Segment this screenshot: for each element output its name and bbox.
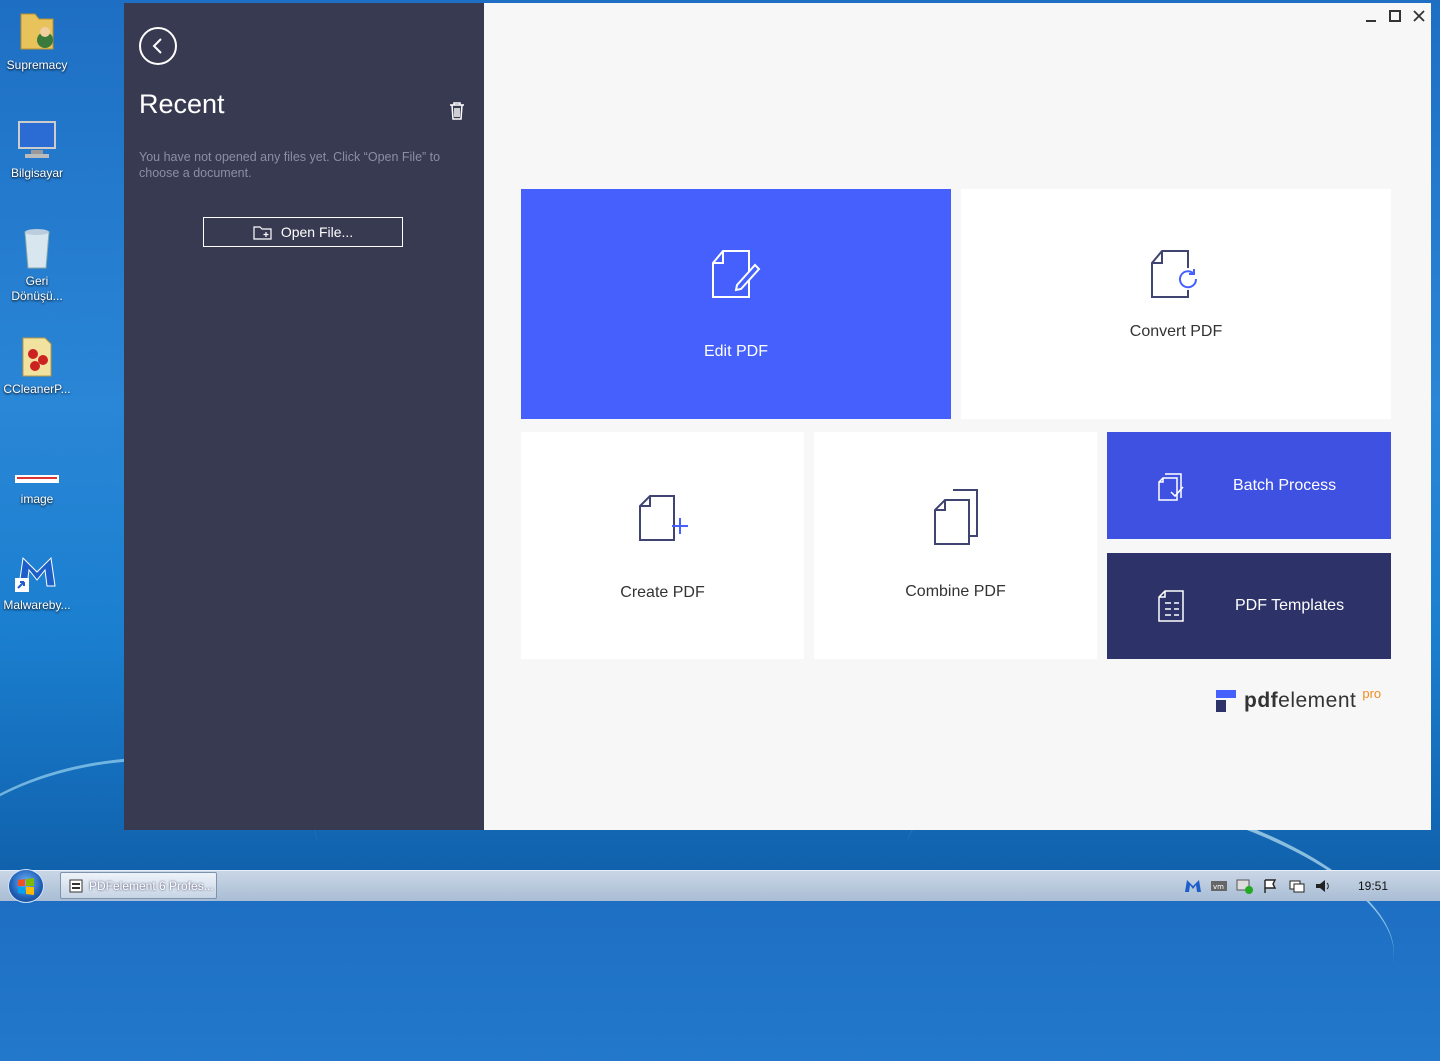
volume-icon[interactable] <box>1314 878 1332 894</box>
desktop-icon-label: Geri Dönüşü... <box>11 274 63 303</box>
open-file-button[interactable]: Open File... <box>203 217 403 247</box>
user-folder-icon <box>13 8 61 56</box>
desktop-icon-label: image <box>20 492 54 506</box>
close-button[interactable] <box>1412 9 1426 26</box>
desktop-icon-label: Bilgisayar <box>10 166 64 180</box>
create-document-icon <box>638 495 688 541</box>
windows-logo-icon <box>18 878 34 895</box>
create-pdf-tile[interactable]: Create PDF <box>521 432 804 659</box>
brand-name-rest: element <box>1278 689 1357 712</box>
recent-title: Recent <box>139 89 225 119</box>
edit-document-icon <box>712 250 761 298</box>
brand-edition: pro <box>1362 685 1382 701</box>
recent-sidebar: Recent You have not opened any files yet… <box>124 3 484 830</box>
template-document-icon <box>1158 590 1184 622</box>
network-icon[interactable] <box>1288 878 1306 894</box>
batch-process-tile[interactable]: Batch Process <box>1107 432 1391 539</box>
desktop-icon-bilgisayar[interactable]: Bilgisayar <box>2 116 72 181</box>
combine-pdf-tile[interactable]: Combine PDF <box>814 432 1097 659</box>
combine-pdf-label: Combine PDF <box>905 583 1006 600</box>
desktop-icon-ccleaner[interactable]: CCleanerP... <box>2 332 72 397</box>
edit-pdf-label: Edit PDF <box>703 343 768 360</box>
svg-text:vm: vm <box>1213 883 1224 891</box>
clear-recent-button[interactable] <box>448 101 466 126</box>
malwarebytes-tray-icon[interactable] <box>1184 878 1202 894</box>
taskbar-item-label: PDFelement 6 Profes... <box>89 878 214 893</box>
computer-icon <box>13 116 61 164</box>
back-button[interactable] <box>139 27 177 65</box>
system-tray: vm 19:51 <box>1184 871 1440 901</box>
trash-icon <box>450 102 464 120</box>
batch-documents-icon <box>1158 472 1184 501</box>
recycle-bin-icon <box>13 224 61 272</box>
vmware-tray-icon[interactable]: vm <box>1210 878 1228 894</box>
minimize-icon <box>1366 20 1376 22</box>
start-button[interactable] <box>8 869 44 903</box>
pdfelement-logo-icon <box>1216 690 1236 712</box>
convert-pdf-tile[interactable]: Convert PDF <box>961 189 1391 419</box>
pdfelement-window: Recent You have not opened any files yet… <box>124 3 1431 830</box>
security-shield-tray-icon[interactable] <box>1236 878 1254 894</box>
desktop-icon-recycle-bin[interactable]: Geri Dönüşü... <box>2 224 72 304</box>
desktop-icon-image[interactable]: image <box>2 474 72 507</box>
action-center-flag-icon[interactable] <box>1262 878 1280 894</box>
taskbar-item-pdfelement[interactable]: PDFelement 6 Profes... <box>60 872 217 899</box>
desktop-icon-label: CCleanerP... <box>3 382 71 396</box>
open-file-label: Open File... <box>280 224 354 240</box>
batch-process-label: Batch Process <box>1233 476 1337 494</box>
maximize-button[interactable] <box>1388 9 1402 26</box>
taskbar: PDFelement 6 Profes... vm 19:51 <box>0 869 1440 903</box>
desktop-icon-label: Supremacy <box>6 58 68 72</box>
taskbar-clock[interactable]: 19:51 <box>1358 879 1388 893</box>
brand-name-bold: pdf <box>1244 689 1279 712</box>
pdf-templates-label: PDF Templates <box>1235 597 1345 614</box>
edit-pdf-tile[interactable]: Edit PDF <box>521 189 951 419</box>
maximize-icon <box>1389 10 1401 22</box>
convert-pdf-label: Convert PDF <box>1129 323 1223 340</box>
pdf-templates-tile[interactable]: PDF Templates <box>1107 553 1391 659</box>
ccleaner-icon <box>13 332 61 380</box>
desktop-icon-malwarebytes[interactable]: Malwareby... <box>2 548 72 613</box>
desktop-icon-label: Malwareby... <box>3 598 71 612</box>
minimize-button[interactable] <box>1364 9 1378 26</box>
desktop-icon-supremacy[interactable]: Supremacy <box>2 8 72 73</box>
image-thumbnail-icon <box>13 474 61 484</box>
pdfelement-app-icon <box>69 879 83 892</box>
folder-plus-icon <box>253 226 272 240</box>
chevron-left-icon <box>152 38 162 54</box>
close-icon <box>1413 10 1425 22</box>
combine-documents-icon <box>933 489 978 545</box>
malwarebytes-icon <box>13 548 61 596</box>
empty-recent-message: You have not opened any files yet. Click… <box>139 150 441 180</box>
pdfelement-logo: pdfelement pro <box>1214 685 1382 714</box>
convert-document-icon <box>1151 250 1199 298</box>
create-pdf-label: Create PDF <box>620 584 705 601</box>
